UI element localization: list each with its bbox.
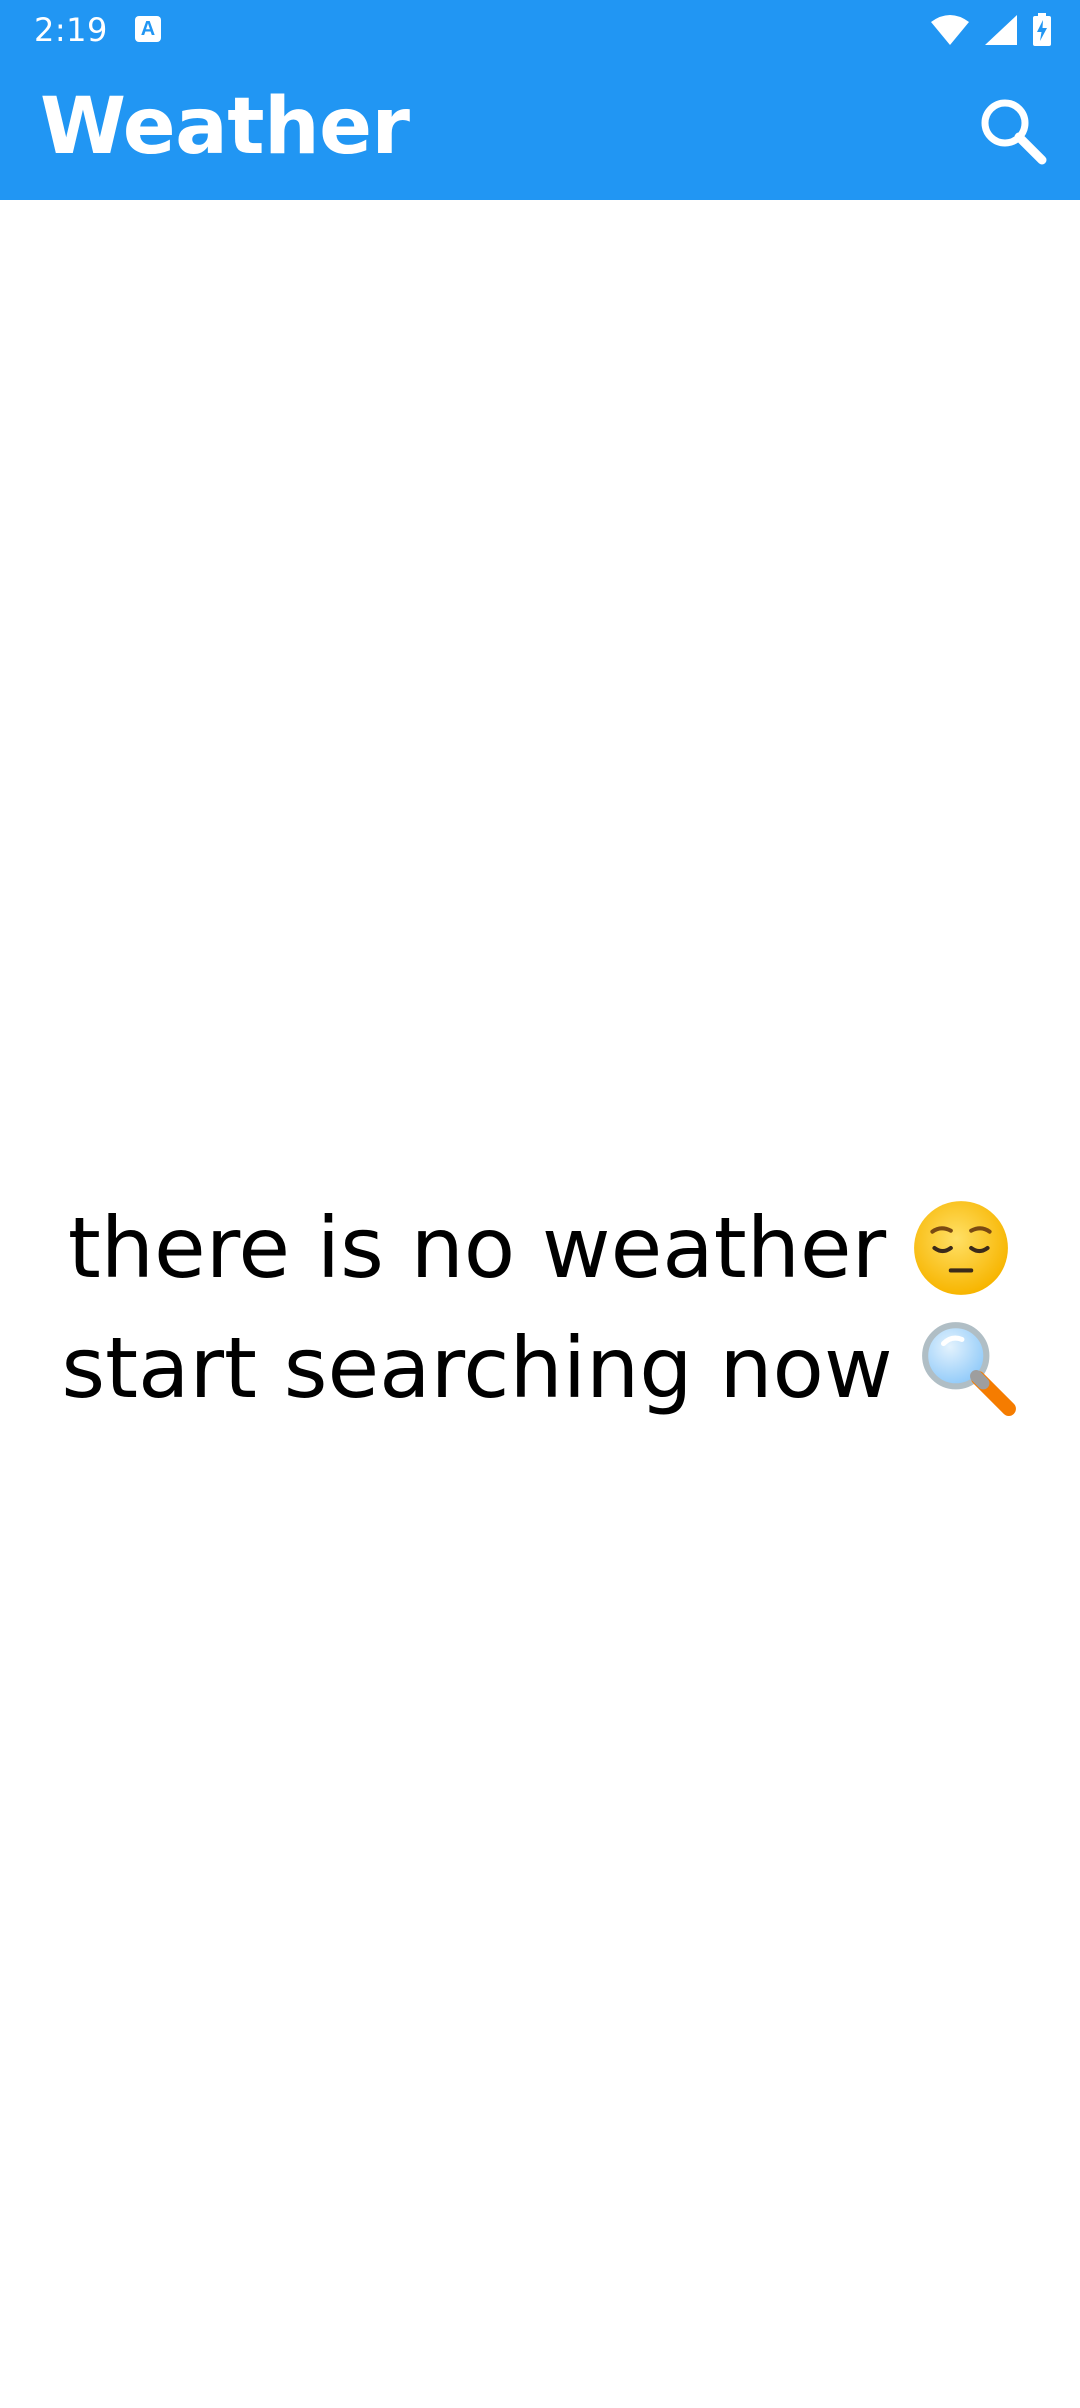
empty-state-message: there is no weather start searching now [0, 1188, 1080, 1428]
status-time: 2:19 [34, 11, 108, 49]
keyboard-a-icon: A [135, 16, 161, 42]
battery-charging-icon [1033, 13, 1051, 46]
empty-state-line-1: there is no weather [0, 1188, 1080, 1308]
empty-state-line-2: start searching now [0, 1308, 1080, 1428]
signal-icon [985, 15, 1017, 45]
app-bar: Weather [0, 60, 1080, 200]
empty-state-text-2: start searching now [61, 1319, 893, 1417]
empty-state-text-1: there is no weather [67, 1199, 887, 1297]
wifi-icon [931, 15, 969, 45]
page-title: Weather [40, 82, 410, 172]
magnifying-glass-icon [921, 1322, 1016, 1416]
search-button[interactable] [970, 88, 1054, 172]
status-icons [930, 12, 1052, 48]
pensive-face-icon [914, 1201, 1009, 1295]
search-icon [981, 99, 1047, 165]
status-bar: 2:19 A [0, 0, 1080, 60]
